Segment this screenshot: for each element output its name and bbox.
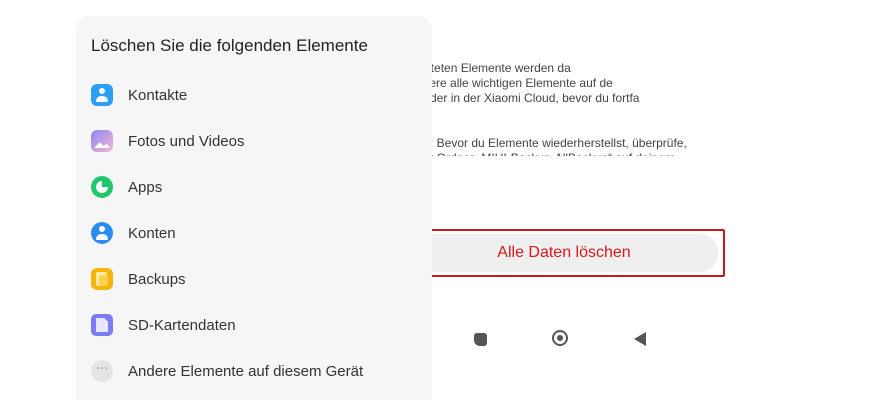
list-item-label: Konten bbox=[128, 224, 176, 242]
delete-all-button[interactable]: Alle Daten löschen bbox=[410, 234, 718, 272]
list-item-label: Kontakte bbox=[128, 86, 188, 104]
list-item-other[interactable]: Andere Elemente auf diesem Gerät bbox=[76, 348, 432, 394]
navigation-bar bbox=[468, 326, 668, 352]
list-item-label: Andere Elemente auf diesem Gerät bbox=[128, 362, 364, 380]
more-icon bbox=[91, 360, 113, 382]
info-paragraph-note: weis: Bevor du Elemente wiederherstellst… bbox=[406, 136, 687, 156]
accounts-icon bbox=[91, 222, 113, 244]
list-item-label: Apps bbox=[128, 178, 163, 196]
items-panel: Löschen Sie die folgenden Elemente Konta… bbox=[76, 16, 432, 400]
items-list: Kontakte Fotos und Videos Apps Konten Ba… bbox=[76, 72, 432, 394]
info-text: gelisteten Elemente werden da Sichere al… bbox=[406, 46, 726, 156]
info-paragraph-warning: gelisteten Elemente werden da Sichere al… bbox=[406, 61, 640, 105]
contacts-icon bbox=[91, 84, 113, 106]
list-item-label: Backups bbox=[128, 270, 186, 288]
panel-title: Löschen Sie die folgenden Elemente bbox=[91, 36, 368, 55]
list-item-label: SD-Kartendaten bbox=[128, 316, 236, 334]
back-icon[interactable] bbox=[634, 332, 646, 346]
list-item-label: Fotos und Videos bbox=[128, 132, 245, 150]
apps-icon bbox=[91, 176, 113, 198]
recents-icon[interactable] bbox=[474, 333, 487, 346]
backups-icon bbox=[91, 268, 113, 290]
list-item-accounts[interactable]: Konten bbox=[76, 210, 432, 256]
home-icon[interactable] bbox=[552, 330, 568, 346]
delete-all-highlight: Alle Daten löschen bbox=[401, 229, 725, 277]
photos-icon bbox=[91, 130, 113, 152]
list-item-photos[interactable]: Fotos und Videos bbox=[76, 118, 432, 164]
list-item-backups[interactable]: Backups bbox=[76, 256, 432, 302]
sd-card-icon bbox=[91, 314, 113, 336]
list-item-sd-card[interactable]: SD-Kartendaten bbox=[76, 302, 432, 348]
list-item-contacts[interactable]: Kontakte bbox=[76, 72, 432, 118]
list-item-apps[interactable]: Apps bbox=[76, 164, 432, 210]
